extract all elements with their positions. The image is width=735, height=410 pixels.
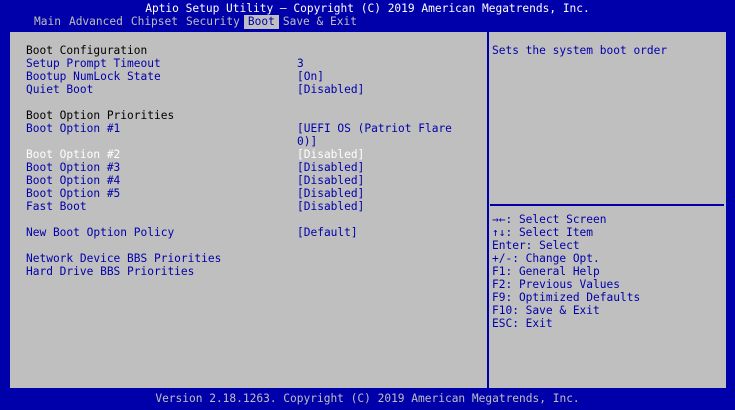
key-help-save-exit: F10: Save & Exit [492, 304, 600, 317]
setup-prompt-timeout-value[interactable]: 3 [297, 57, 304, 70]
window-title: Aptio Setup Utility – Copyright (C) 2019… [145, 2, 590, 15]
fast-boot-value[interactable]: [Disabled] [297, 200, 364, 213]
boot-option-5-item[interactable]: Boot Option #5 [26, 187, 120, 200]
version-footer: Version 2.18.1263. Copyright (C) 2019 Am… [155, 392, 580, 405]
boot-option-3-item[interactable]: Boot Option #3 [26, 161, 120, 174]
new-boot-option-policy-value[interactable]: [Default] [297, 226, 358, 239]
tab-main[interactable]: Main [30, 15, 65, 29]
network-device-bbs-priorities-item[interactable]: Network Device BBS Priorities [26, 252, 221, 265]
new-boot-option-policy-item[interactable]: New Boot Option Policy [26, 226, 174, 239]
boot-option-1-item[interactable]: Boot Option #1 [26, 122, 120, 135]
boot-settings-panel: Boot Configuration Setup Prompt Timeout … [8, 30, 728, 390]
setup-prompt-timeout-item[interactable]: Setup Prompt Timeout [26, 57, 161, 70]
key-help-optimized-defaults: F9: Optimized Defaults [492, 291, 641, 304]
boot-option-2-item[interactable]: Boot Option #2 [26, 148, 120, 161]
boot-option-1-value[interactable]: [UEFI OS (Patriot Flare [297, 122, 452, 135]
help-divider [490, 204, 724, 206]
tab-chipset[interactable]: Chipset [127, 15, 182, 29]
section-boot-configuration: Boot Configuration [26, 44, 148, 57]
tab-bar: Main Advanced Chipset Security Boot Save… [30, 15, 361, 29]
key-help-change-opt: +/-: Change Opt. [492, 252, 600, 265]
section-boot-option-priorities: Boot Option Priorities [26, 109, 175, 122]
quiet-boot-value[interactable]: [Disabled] [297, 83, 364, 96]
boot-option-4-item[interactable]: Boot Option #4 [26, 174, 120, 187]
help-description: Sets the system boot order [492, 44, 668, 57]
tab-security[interactable]: Security [182, 15, 244, 29]
tab-advanced[interactable]: Advanced [65, 15, 127, 29]
tab-boot[interactable]: Boot [243, 15, 279, 29]
boot-option-1-value-continued[interactable]: 0)] [297, 135, 317, 148]
bootup-numlock-item[interactable]: Bootup NumLock State [26, 70, 161, 83]
panel-divider [487, 32, 489, 388]
key-help-previous-values: F2: Previous Values [492, 278, 620, 291]
tab-save-exit[interactable]: Save & Exit [279, 15, 361, 29]
quiet-boot-item[interactable]: Quiet Boot [26, 83, 93, 96]
bootup-numlock-value[interactable]: [On] [297, 70, 324, 83]
hard-drive-bbs-priorities-item[interactable]: Hard Drive BBS Priorities [26, 265, 194, 278]
boot-option-3-value[interactable]: [Disabled] [297, 161, 364, 174]
boot-option-2-value[interactable]: [Disabled] [297, 148, 364, 161]
key-help-enter: Enter: Select [492, 239, 580, 252]
boot-option-5-value[interactable]: [Disabled] [297, 187, 364, 200]
boot-option-4-value[interactable]: [Disabled] [297, 174, 364, 187]
key-help-general-help: F1: General Help [492, 265, 600, 278]
key-help-select-item: ↑↓: Select Item [492, 226, 594, 239]
key-help-select-screen: →←: Select Screen [492, 213, 607, 226]
fast-boot-item[interactable]: Fast Boot [26, 200, 87, 213]
key-help-esc-exit: ESC: Exit [492, 317, 553, 330]
